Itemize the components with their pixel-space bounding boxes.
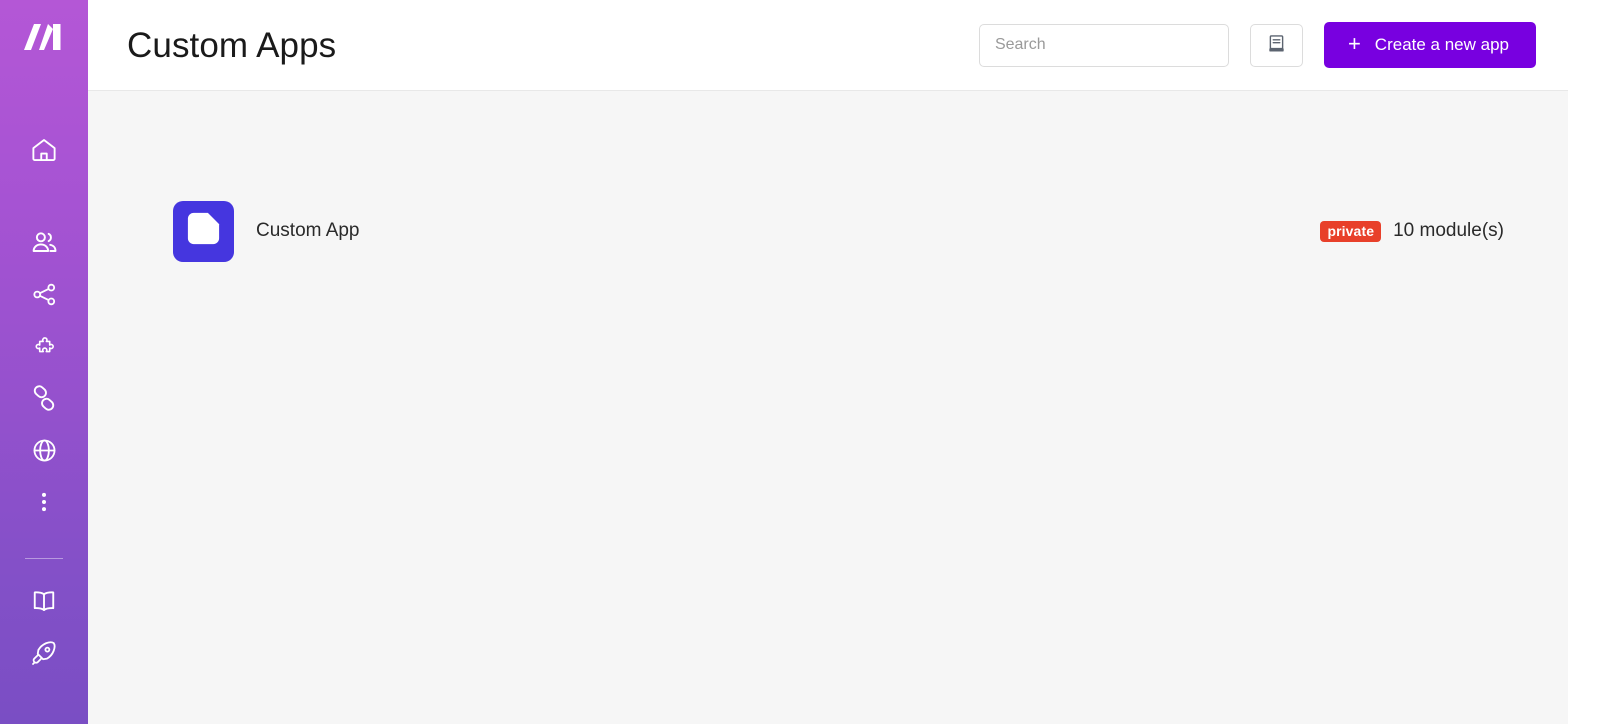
search-input[interactable] [978, 23, 1229, 67]
sidebar-item-templates[interactable] [0, 320, 88, 372]
content-area: Custom App private 10 module(s) [88, 91, 1568, 724]
sidebar-nav-secondary [0, 575, 88, 679]
app-name: Custom App [256, 220, 360, 241]
main-sidebar [0, 0, 88, 724]
rocket-icon [29, 638, 59, 668]
sidebar-item-webhooks[interactable] [0, 424, 88, 476]
puzzle-piece-icon [30, 332, 59, 361]
create-app-label: Create a new app [1374, 35, 1509, 54]
plus-icon: + [1347, 31, 1361, 56]
app-shell: Custom Apps + [0, 0, 1600, 724]
custom-apps-list: Custom App private 10 module(s) [88, 191, 1568, 271]
page-header: Custom Apps + [88, 0, 1568, 91]
make-logo-icon[interactable] [20, 16, 68, 60]
table-row[interactable]: Custom App private 10 module(s) [88, 191, 1568, 271]
sidebar-item-connections[interactable] [0, 372, 88, 424]
sidebar-item-more[interactable] [0, 476, 88, 528]
sidebar-item-scenarios[interactable] [0, 268, 88, 320]
sidebar-item-get-started[interactable] [0, 627, 88, 679]
users-icon [29, 227, 60, 258]
create-app-button[interactable]: + Create a new app [1323, 22, 1536, 68]
sidebar-divider [25, 558, 63, 559]
sidebar-item-team[interactable] [0, 216, 88, 268]
page-title: Custom Apps [127, 25, 337, 65]
app-icon-tile [173, 200, 234, 262]
main-column: Custom Apps + [88, 0, 1568, 724]
header-actions: + Create a new app [978, 22, 1536, 68]
link-chain-icon [29, 383, 59, 413]
dots-vertical-icon [31, 489, 57, 515]
home-icon [29, 135, 59, 165]
globe-icon [30, 436, 59, 465]
sidebar-item-home[interactable] [0, 124, 88, 176]
scrollbar-gutter[interactable] [1568, 0, 1600, 724]
share-nodes-icon [30, 280, 59, 309]
custom-app-page-icon [184, 209, 223, 253]
manual-book-icon [1266, 33, 1287, 57]
docs-button[interactable] [1249, 23, 1303, 67]
sidebar-item-docs[interactable] [0, 575, 88, 627]
sidebar-divider-wrap [0, 558, 88, 559]
module-count: 10 module(s) [1393, 220, 1504, 241]
app-row-meta: private 10 module(s) [1320, 220, 1504, 242]
book-open-icon [29, 586, 59, 616]
sidebar-nav-primary [0, 124, 88, 528]
status-badge: private [1320, 220, 1382, 242]
